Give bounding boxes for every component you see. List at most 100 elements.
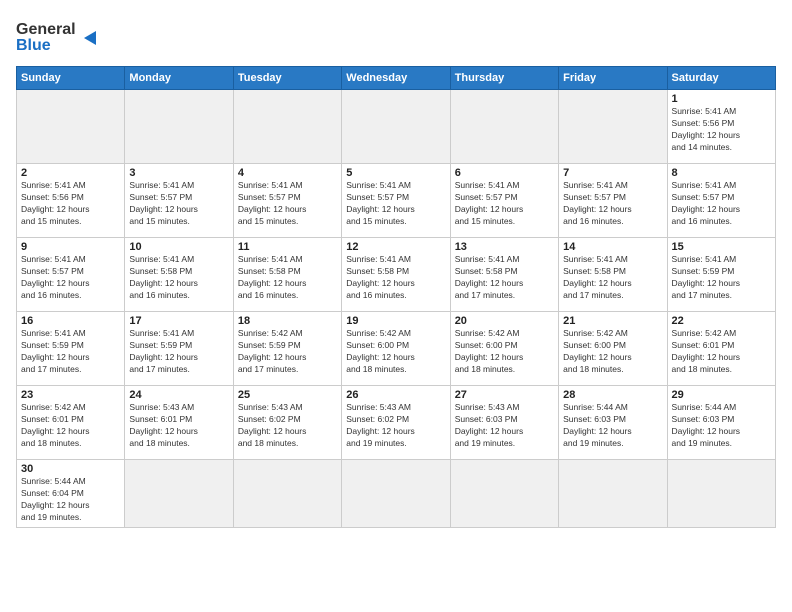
calendar-cell: 20Sunrise: 5:42 AMSunset: 6:00 PMDayligh…: [450, 312, 558, 386]
day-number: 17: [129, 315, 228, 327]
calendar-cell: 11Sunrise: 5:41 AMSunset: 5:58 PMDayligh…: [233, 238, 341, 312]
day-info: Sunrise: 5:41 AMSunset: 5:57 PMDaylight:…: [21, 254, 120, 302]
calendar-cell: [17, 90, 125, 164]
calendar-cell: 3Sunrise: 5:41 AMSunset: 5:57 PMDaylight…: [125, 164, 233, 238]
day-info: Sunrise: 5:41 AMSunset: 5:58 PMDaylight:…: [563, 254, 662, 302]
calendar-cell: 4Sunrise: 5:41 AMSunset: 5:57 PMDaylight…: [233, 164, 341, 238]
day-number: 28: [563, 389, 662, 401]
day-info: Sunrise: 5:41 AMSunset: 5:58 PMDaylight:…: [129, 254, 228, 302]
calendar-cell: [667, 460, 775, 528]
day-number: 2: [21, 167, 120, 179]
day-info: Sunrise: 5:41 AMSunset: 5:57 PMDaylight:…: [563, 180, 662, 228]
day-info: Sunrise: 5:43 AMSunset: 6:02 PMDaylight:…: [346, 402, 445, 450]
day-info: Sunrise: 5:41 AMSunset: 5:58 PMDaylight:…: [346, 254, 445, 302]
calendar-row-5: 23Sunrise: 5:42 AMSunset: 6:01 PMDayligh…: [17, 386, 776, 460]
day-number: 12: [346, 241, 445, 253]
day-info: Sunrise: 5:41 AMSunset: 5:59 PMDaylight:…: [672, 254, 771, 302]
day-info: Sunrise: 5:43 AMSunset: 6:02 PMDaylight:…: [238, 402, 337, 450]
calendar-cell: [342, 90, 450, 164]
header-friday: Friday: [559, 67, 667, 90]
page: General Blue Sunday Monday Tuesday Wedne…: [0, 0, 792, 612]
day-number: 24: [129, 389, 228, 401]
calendar-row-3: 9Sunrise: 5:41 AMSunset: 5:57 PMDaylight…: [17, 238, 776, 312]
header-sunday: Sunday: [17, 67, 125, 90]
day-info: Sunrise: 5:42 AMSunset: 5:59 PMDaylight:…: [238, 328, 337, 376]
day-number: 5: [346, 167, 445, 179]
calendar-cell: 27Sunrise: 5:43 AMSunset: 6:03 PMDayligh…: [450, 386, 558, 460]
day-number: 18: [238, 315, 337, 327]
day-number: 23: [21, 389, 120, 401]
header-saturday: Saturday: [667, 67, 775, 90]
header-wednesday: Wednesday: [342, 67, 450, 90]
calendar-cell: 22Sunrise: 5:42 AMSunset: 6:01 PMDayligh…: [667, 312, 775, 386]
calendar-cell: 13Sunrise: 5:41 AMSunset: 5:58 PMDayligh…: [450, 238, 558, 312]
header-thursday: Thursday: [450, 67, 558, 90]
calendar-cell: [125, 90, 233, 164]
day-info: Sunrise: 5:44 AMSunset: 6:04 PMDaylight:…: [21, 476, 120, 524]
day-number: 15: [672, 241, 771, 253]
calendar-cell: [559, 90, 667, 164]
calendar-cell: 2Sunrise: 5:41 AMSunset: 5:56 PMDaylight…: [17, 164, 125, 238]
calendar-cell: 19Sunrise: 5:42 AMSunset: 6:00 PMDayligh…: [342, 312, 450, 386]
calendar-cell: 26Sunrise: 5:43 AMSunset: 6:02 PMDayligh…: [342, 386, 450, 460]
day-info: Sunrise: 5:41 AMSunset: 5:59 PMDaylight:…: [21, 328, 120, 376]
calendar-row-2: 2Sunrise: 5:41 AMSunset: 5:56 PMDaylight…: [17, 164, 776, 238]
day-number: 22: [672, 315, 771, 327]
calendar-cell: 5Sunrise: 5:41 AMSunset: 5:57 PMDaylight…: [342, 164, 450, 238]
calendar-cell: 23Sunrise: 5:42 AMSunset: 6:01 PMDayligh…: [17, 386, 125, 460]
day-number: 1: [672, 93, 771, 105]
day-info: Sunrise: 5:41 AMSunset: 5:57 PMDaylight:…: [346, 180, 445, 228]
header-tuesday: Tuesday: [233, 67, 341, 90]
calendar-cell: 1Sunrise: 5:41 AMSunset: 5:56 PMDaylight…: [667, 90, 775, 164]
calendar-cell: 21Sunrise: 5:42 AMSunset: 6:00 PMDayligh…: [559, 312, 667, 386]
day-number: 11: [238, 241, 337, 253]
svg-text:Blue: Blue: [16, 37, 51, 54]
calendar-cell: [233, 460, 341, 528]
calendar-cell: 7Sunrise: 5:41 AMSunset: 5:57 PMDaylight…: [559, 164, 667, 238]
calendar-cell: [342, 460, 450, 528]
day-number: 26: [346, 389, 445, 401]
calendar: Sunday Monday Tuesday Wednesday Thursday…: [16, 66, 776, 528]
calendar-cell: [450, 460, 558, 528]
day-number: 16: [21, 315, 120, 327]
day-number: 13: [455, 241, 554, 253]
calendar-cell: [233, 90, 341, 164]
calendar-cell: 17Sunrise: 5:41 AMSunset: 5:59 PMDayligh…: [125, 312, 233, 386]
day-info: Sunrise: 5:41 AMSunset: 5:58 PMDaylight:…: [238, 254, 337, 302]
calendar-cell: 30Sunrise: 5:44 AMSunset: 6:04 PMDayligh…: [17, 460, 125, 528]
day-info: Sunrise: 5:41 AMSunset: 5:57 PMDaylight:…: [238, 180, 337, 228]
calendar-cell: 12Sunrise: 5:41 AMSunset: 5:58 PMDayligh…: [342, 238, 450, 312]
day-info: Sunrise: 5:42 AMSunset: 6:01 PMDaylight:…: [672, 328, 771, 376]
day-number: 6: [455, 167, 554, 179]
day-info: Sunrise: 5:44 AMSunset: 6:03 PMDaylight:…: [672, 402, 771, 450]
calendar-row-1: 1Sunrise: 5:41 AMSunset: 5:56 PMDaylight…: [17, 90, 776, 164]
weekday-header-row: Sunday Monday Tuesday Wednesday Thursday…: [17, 67, 776, 90]
day-info: Sunrise: 5:41 AMSunset: 5:56 PMDaylight:…: [21, 180, 120, 228]
calendar-cell: 24Sunrise: 5:43 AMSunset: 6:01 PMDayligh…: [125, 386, 233, 460]
calendar-cell: 29Sunrise: 5:44 AMSunset: 6:03 PMDayligh…: [667, 386, 775, 460]
day-number: 4: [238, 167, 337, 179]
calendar-cell: 25Sunrise: 5:43 AMSunset: 6:02 PMDayligh…: [233, 386, 341, 460]
day-info: Sunrise: 5:42 AMSunset: 6:01 PMDaylight:…: [21, 402, 120, 450]
day-number: 3: [129, 167, 228, 179]
day-number: 10: [129, 241, 228, 253]
calendar-cell: [559, 460, 667, 528]
day-number: 14: [563, 241, 662, 253]
calendar-cell: 8Sunrise: 5:41 AMSunset: 5:57 PMDaylight…: [667, 164, 775, 238]
day-number: 30: [21, 463, 120, 475]
day-info: Sunrise: 5:41 AMSunset: 5:57 PMDaylight:…: [672, 180, 771, 228]
day-info: Sunrise: 5:41 AMSunset: 5:57 PMDaylight:…: [129, 180, 228, 228]
day-info: Sunrise: 5:43 AMSunset: 6:03 PMDaylight:…: [455, 402, 554, 450]
day-number: 27: [455, 389, 554, 401]
calendar-cell: 14Sunrise: 5:41 AMSunset: 5:58 PMDayligh…: [559, 238, 667, 312]
svg-text:General: General: [16, 21, 76, 38]
calendar-row-6: 30Sunrise: 5:44 AMSunset: 6:04 PMDayligh…: [17, 460, 776, 528]
day-number: 20: [455, 315, 554, 327]
calendar-cell: 28Sunrise: 5:44 AMSunset: 6:03 PMDayligh…: [559, 386, 667, 460]
calendar-cell: [125, 460, 233, 528]
logo: General Blue: [16, 16, 106, 58]
day-info: Sunrise: 5:41 AMSunset: 5:59 PMDaylight:…: [129, 328, 228, 376]
day-info: Sunrise: 5:43 AMSunset: 6:01 PMDaylight:…: [129, 402, 228, 450]
header: General Blue: [16, 16, 776, 58]
day-info: Sunrise: 5:42 AMSunset: 6:00 PMDaylight:…: [455, 328, 554, 376]
